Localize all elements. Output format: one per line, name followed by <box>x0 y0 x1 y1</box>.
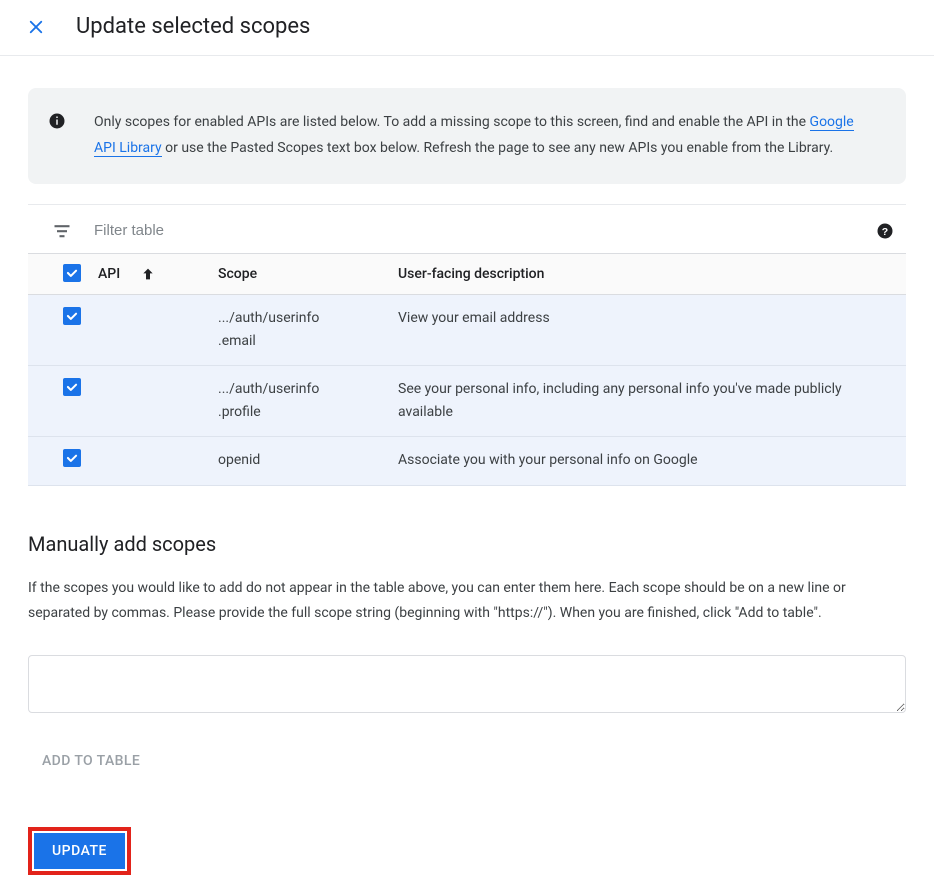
info-text: Only scopes for enabled APIs are listed … <box>94 110 878 162</box>
filter-row: ? <box>28 204 906 253</box>
info-text-after: or use the Pasted Scopes text box below.… <box>162 140 834 156</box>
svg-text:?: ? <box>882 226 888 238</box>
filter-icon[interactable] <box>52 221 72 241</box>
manual-title: Manually add scopes <box>28 532 906 556</box>
row-description: View your email address <box>398 294 906 365</box>
info-icon <box>48 112 68 132</box>
table-header-row: API Scope User-facing description <box>28 253 906 294</box>
row-api <box>98 365 218 436</box>
sort-arrow-up-icon <box>140 266 156 282</box>
close-icon <box>27 18 45 36</box>
row-scope: openid <box>218 437 398 486</box>
close-button[interactable] <box>24 15 48 39</box>
column-header-api[interactable]: API <box>98 253 218 294</box>
dialog-footer: UPDATE <box>0 777 934 885</box>
row-scope: .../auth/userinfo.profile <box>218 365 398 436</box>
info-text-before: Only scopes for enabled APIs are listed … <box>94 114 810 130</box>
scopes-table: API Scope User-facing description .../au… <box>28 253 906 486</box>
select-all-checkbox[interactable] <box>63 264 81 282</box>
filter-input[interactable] <box>94 222 864 239</box>
column-header-description[interactable]: User-facing description <box>398 253 906 294</box>
table-row: openidAssociate you with your personal i… <box>28 437 906 486</box>
info-box: Only scopes for enabled APIs are listed … <box>28 88 906 184</box>
manual-description: If the scopes you would like to add do n… <box>28 576 906 626</box>
manual-scopes-textarea[interactable] <box>28 655 906 713</box>
row-description: Associate you with your personal info on… <box>398 437 906 486</box>
help-icon[interactable]: ? <box>876 222 894 240</box>
row-checkbox[interactable] <box>63 449 81 467</box>
add-to-table-button[interactable]: ADD TO TABLE <box>28 745 154 777</box>
row-api <box>98 294 218 365</box>
row-checkbox[interactable] <box>63 378 81 396</box>
row-scope: .../auth/userinfo.email <box>218 294 398 365</box>
row-api <box>98 437 218 486</box>
column-header-scope[interactable]: Scope <box>218 253 398 294</box>
row-checkbox[interactable] <box>63 307 81 325</box>
dialog-title: Update selected scopes <box>76 14 310 39</box>
manual-section: Manually add scopes If the scopes you wo… <box>28 486 906 776</box>
table-row: .../auth/userinfo.emailView your email a… <box>28 294 906 365</box>
table-row: .../auth/userinfo.profileSee your person… <box>28 365 906 436</box>
dialog-header: Update selected scopes <box>0 0 934 56</box>
row-description: See your personal info, including any pe… <box>398 365 906 436</box>
